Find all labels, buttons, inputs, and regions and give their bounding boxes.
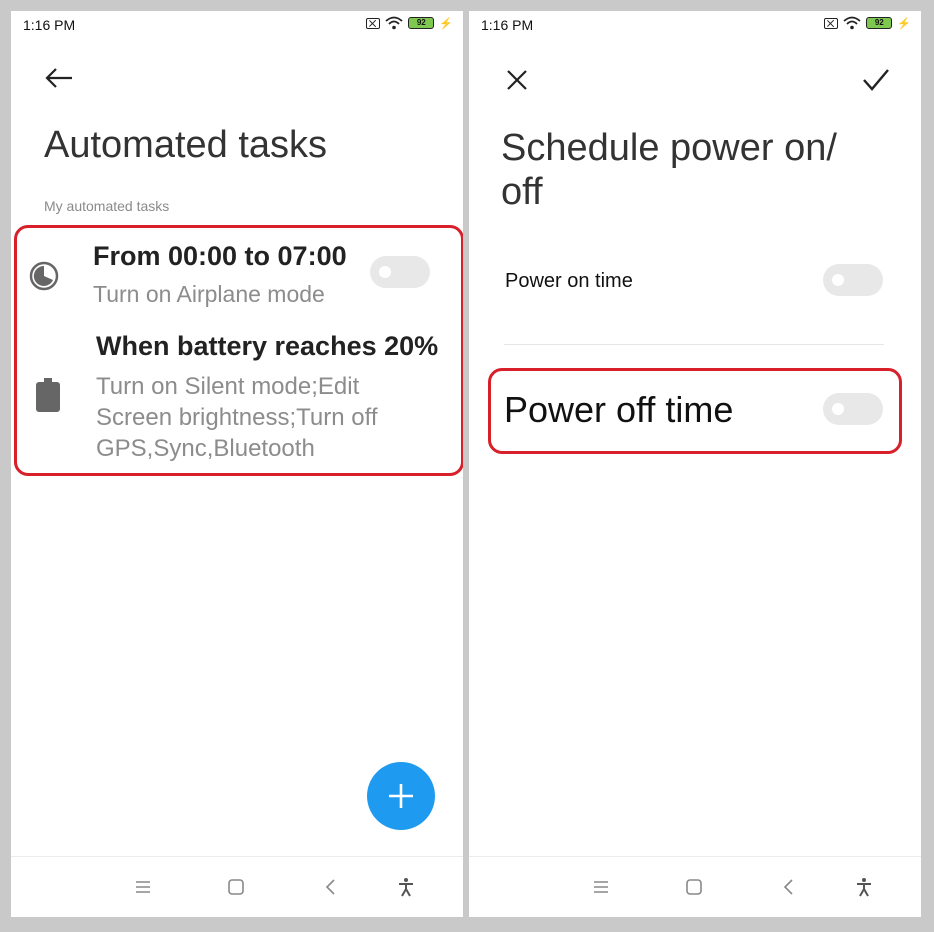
close-button[interactable] (503, 66, 531, 94)
home-icon (228, 879, 244, 895)
nav-accessibility-button[interactable] (852, 875, 876, 899)
status-bar: 1:16 PM 92 ⚡ (469, 11, 921, 41)
accessibility-icon (399, 878, 413, 897)
status-time: 1:16 PM (23, 17, 76, 33)
page-title: Schedule power on/ off (501, 126, 881, 214)
back-icon (783, 879, 793, 895)
highlight-box (14, 225, 463, 476)
back-arrow-icon (45, 68, 72, 88)
power-on-toggle[interactable] (823, 264, 883, 296)
nav-menu-button[interactable] (589, 875, 613, 899)
plus-icon (389, 784, 413, 808)
confirm-button[interactable] (861, 66, 891, 94)
checkmark-icon (863, 69, 889, 91)
system-navbar (469, 856, 921, 917)
nav-accessibility-button[interactable] (394, 875, 418, 899)
wifi-icon (385, 16, 403, 30)
status-time: 1:16 PM (481, 17, 534, 33)
back-icon (325, 879, 335, 895)
back-arrow-button[interactable] (43, 64, 75, 92)
home-icon (686, 879, 702, 895)
menu-icon (136, 881, 150, 893)
nav-menu-button[interactable] (131, 875, 155, 899)
wifi-icon (843, 16, 861, 30)
section-label: My automated tasks (44, 198, 170, 214)
status-bar: 1:16 PM 92 ⚡ (11, 11, 463, 41)
battery-level: 92 (874, 18, 884, 27)
nav-back-button[interactable] (777, 875, 801, 899)
page-title: Automated tasks (44, 124, 328, 166)
nav-home-button[interactable] (224, 875, 248, 899)
no-sim-icon (366, 17, 381, 29)
nav-home-button[interactable] (682, 875, 706, 899)
setting-power-on[interactable]: Power on time (469, 261, 921, 305)
charging-icon: ⚡ (897, 17, 911, 30)
battery-status-icon: 92 (866, 17, 893, 29)
menu-icon (594, 881, 608, 893)
divider (504, 344, 884, 345)
system-navbar (11, 856, 463, 917)
battery-status-icon: 92 (408, 17, 435, 29)
page-title-line: Schedule power on/ (501, 127, 837, 169)
charging-icon: ⚡ (439, 17, 453, 30)
schedule-power-screen: 1:16 PM 92 ⚡ Schedule power on/ off Powe… (469, 11, 921, 917)
accessibility-icon (857, 878, 871, 897)
highlight-box (488, 368, 902, 454)
close-icon (507, 70, 527, 90)
no-sim-icon (824, 17, 839, 29)
automated-tasks-screen: 1:16 PM 92 ⚡ Automated tasks My automate… (11, 11, 463, 917)
add-task-button[interactable] (367, 762, 435, 830)
battery-level: 92 (416, 18, 426, 27)
setting-label: Power on time (505, 270, 633, 292)
page-title-line: off (501, 171, 543, 213)
nav-back-button[interactable] (319, 875, 343, 899)
